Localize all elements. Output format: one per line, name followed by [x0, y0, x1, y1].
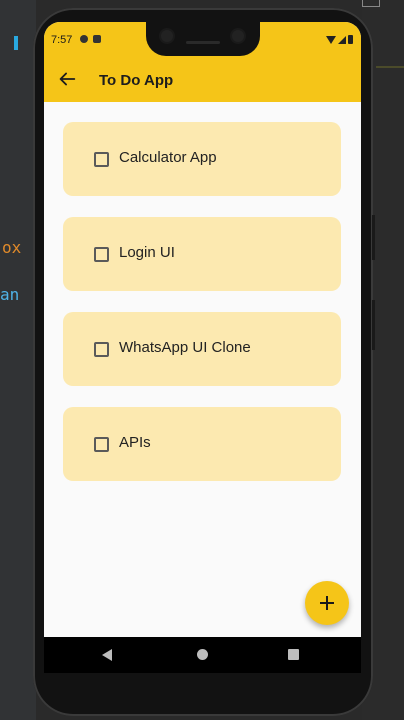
page-title: To Do App [99, 72, 174, 89]
window-control-icon [362, 0, 380, 7]
task-card[interactable]: WhatsApp UI Clone [63, 312, 341, 386]
background-text-fragment: an [0, 285, 20, 304]
plus-icon [326, 596, 328, 610]
nav-recents-icon[interactable] [288, 649, 299, 660]
volume-button [372, 215, 375, 260]
background-divider [376, 66, 404, 68]
camera-notch [146, 22, 260, 56]
navigation-bar [44, 637, 361, 673]
app-screen: 7:57 To Do App Calculator App Login UI W… [44, 22, 361, 637]
task-label: Login UI [119, 244, 175, 261]
task-checkbox[interactable] [94, 342, 109, 357]
add-task-button[interactable] [305, 581, 349, 625]
status-sd-icon [93, 35, 101, 43]
front-camera-icon [232, 30, 244, 42]
task-checkbox[interactable] [94, 247, 109, 262]
task-card[interactable]: APIs [63, 407, 341, 481]
status-notification-icon [80, 35, 88, 43]
arrow-left-icon[interactable] [56, 68, 78, 90]
status-time: 7:57 [51, 34, 73, 46]
wifi-icon [326, 35, 336, 44]
task-card[interactable]: Login UI [63, 217, 341, 291]
task-label: APIs [119, 434, 151, 451]
status-bar: 7:57 [44, 22, 361, 58]
earpiece-speaker [186, 41, 220, 44]
background-editor-left [0, 0, 36, 720]
nav-back-icon[interactable] [102, 649, 112, 661]
background-marker [14, 36, 18, 50]
app-bar: To Do App [44, 58, 361, 102]
task-checkbox[interactable] [94, 152, 109, 167]
task-checkbox[interactable] [94, 437, 109, 452]
nav-home-icon[interactable] [197, 649, 208, 660]
task-card[interactable]: Calculator App [63, 122, 341, 196]
signal-icon [338, 35, 346, 44]
system-status-icons [326, 35, 353, 44]
battery-icon [348, 35, 353, 44]
front-camera-icon [161, 30, 173, 42]
task-label: Calculator App [119, 149, 217, 166]
background-text-fragment: ox [2, 238, 22, 257]
power-button [372, 300, 375, 350]
task-label: WhatsApp UI Clone [119, 339, 251, 356]
